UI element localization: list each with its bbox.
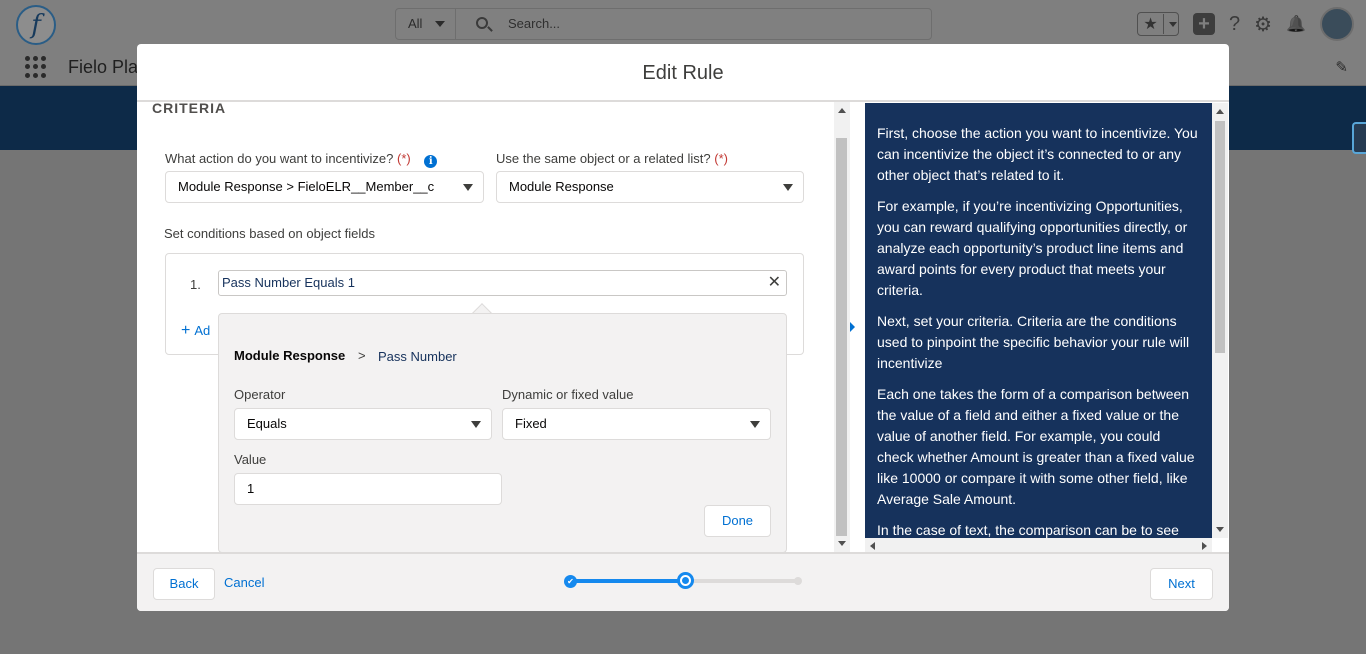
chevron-down-icon — [783, 184, 793, 191]
add-condition-label: Ad — [194, 323, 211, 338]
scroll-right-icon[interactable] — [1202, 542, 1207, 550]
bell-icon[interactable]: 🔔 — [1286, 14, 1306, 34]
scroll-down-icon[interactable] — [838, 541, 846, 546]
collapse-help-icon[interactable] — [850, 322, 855, 332]
progress-remaining-bar — [684, 579, 798, 583]
step-upcoming[interactable] — [794, 577, 802, 585]
global-header: f All Search... ★ + ? ⚙ 🔔 — [0, 0, 1366, 48]
chevron-down-icon — [1169, 21, 1178, 27]
object-select[interactable]: Module Response — [496, 171, 804, 203]
info-icon[interactable]: i — [424, 155, 438, 168]
object-label: Use the same object or a related list? (… — [496, 151, 728, 166]
cancel-link[interactable]: Cancel — [224, 575, 264, 590]
condition-pill[interactable]: Pass Number Equals 1 ✕ — [218, 270, 787, 296]
value-mode-select[interactable]: Fixed — [502, 408, 771, 440]
value-mode-select-value: Fixed — [515, 416, 547, 431]
modal-title: Edit Rule — [137, 44, 1229, 102]
star-icon: ★ — [1138, 14, 1165, 34]
global-actions-button[interactable]: + — [1193, 13, 1216, 35]
close-icon[interactable]: ✕ — [768, 271, 781, 295]
search-scope-label: All — [408, 16, 423, 31]
action-label: What action do you want to incentivize? … — [165, 151, 438, 168]
action-select-value: Module Response > FieloELR__Member__c — [178, 179, 435, 194]
chevron-down-icon — [750, 421, 760, 428]
plus-icon: + — [181, 322, 191, 339]
popover-object: Module Response — [234, 348, 346, 363]
step-current[interactable] — [677, 572, 694, 589]
search-scope-dropdown[interactable]: All — [396, 9, 456, 39]
progress-complete-bar — [572, 579, 684, 583]
help-paragraph: Each one takes the form of a comparison … — [877, 386, 1195, 507]
scroll-thumb[interactable] — [836, 138, 847, 536]
condition-summary: Pass Number Equals 1 — [222, 275, 355, 290]
app-logo[interactable]: f — [16, 5, 56, 45]
required-marker: (*) — [396, 151, 411, 166]
help-scrollbar[interactable] — [1212, 103, 1228, 538]
scroll-left-icon[interactable] — [870, 542, 875, 550]
utility-tab[interactable] — [1352, 122, 1366, 154]
chevron-down-icon — [463, 184, 473, 191]
value-input[interactable]: 1 — [234, 473, 502, 505]
app-name: Fielo Pla — [68, 57, 139, 77]
help-icon[interactable]: ? — [1229, 13, 1240, 36]
help-panel: First, choose the action you want to inc… — [865, 103, 1212, 538]
modal-footer: Back Cancel ✔ Next — [137, 552, 1229, 611]
back-button[interactable]: Back — [153, 568, 215, 600]
search-input[interactable]: Search... — [508, 9, 560, 39]
progress-indicator: ✔ — [564, 571, 804, 591]
popover-field[interactable]: Pass Number — [378, 349, 457, 364]
help-paragraph: For example, if you’re incentivizing Opp… — [877, 198, 1188, 298]
done-button[interactable]: Done — [704, 505, 771, 537]
edit-nav-icon[interactable]: ✎ — [1335, 58, 1348, 76]
operator-label: Operator — [234, 387, 286, 402]
breadcrumb-separator: > — [358, 348, 366, 363]
app-launcher-icon[interactable] — [25, 56, 47, 78]
help-paragraph: First, choose the action you want to inc… — [877, 125, 1198, 183]
favorites-button[interactable]: ★ — [1137, 12, 1180, 36]
chevron-down-icon — [435, 21, 445, 27]
gear-icon[interactable]: ⚙ — [1254, 12, 1272, 37]
edit-rule-modal: Edit Rule CRITERIA What action do you wa… — [137, 44, 1229, 611]
global-search[interactable]: All Search... — [395, 8, 932, 40]
step-complete-icon[interactable]: ✔ — [564, 575, 577, 588]
chevron-down-icon — [471, 421, 481, 428]
criteria-pane: CRITERIA What action do you want to ince… — [137, 102, 834, 552]
operator-select[interactable]: Equals — [234, 408, 492, 440]
mode-label: Dynamic or fixed value — [502, 387, 634, 402]
scroll-down-icon[interactable] — [1216, 527, 1224, 532]
operator-select-value: Equals — [247, 416, 287, 431]
help-paragraph: In the case of text, the comparison can … — [877, 522, 1179, 538]
condition-editor-popover: Module Response > Pass Number Operator E… — [218, 313, 787, 552]
search-icon — [476, 17, 488, 29]
scroll-up-icon[interactable] — [1216, 109, 1224, 114]
help-horizontal-scrollbar[interactable] — [865, 538, 1212, 552]
add-condition-link[interactable]: + Ad — [181, 322, 214, 340]
conditions-label: Set conditions based on object fields — [164, 226, 376, 241]
scroll-up-icon[interactable] — [838, 108, 846, 113]
action-select[interactable]: Module Response > FieloELR__Member__c — [165, 171, 484, 203]
scroll-thumb[interactable] — [1215, 121, 1225, 353]
required-marker: (*) — [714, 151, 728, 166]
condition-index: 1. — [190, 277, 201, 292]
section-title: CRITERIA — [152, 102, 227, 116]
value-label: Value — [234, 452, 267, 467]
next-button[interactable]: Next — [1150, 568, 1213, 600]
criteria-scrollbar[interactable] — [834, 102, 850, 552]
avatar[interactable] — [1320, 7, 1354, 41]
help-paragraph: Next, set your criteria. Criteria are th… — [877, 313, 1190, 371]
object-select-value: Module Response — [509, 179, 614, 194]
